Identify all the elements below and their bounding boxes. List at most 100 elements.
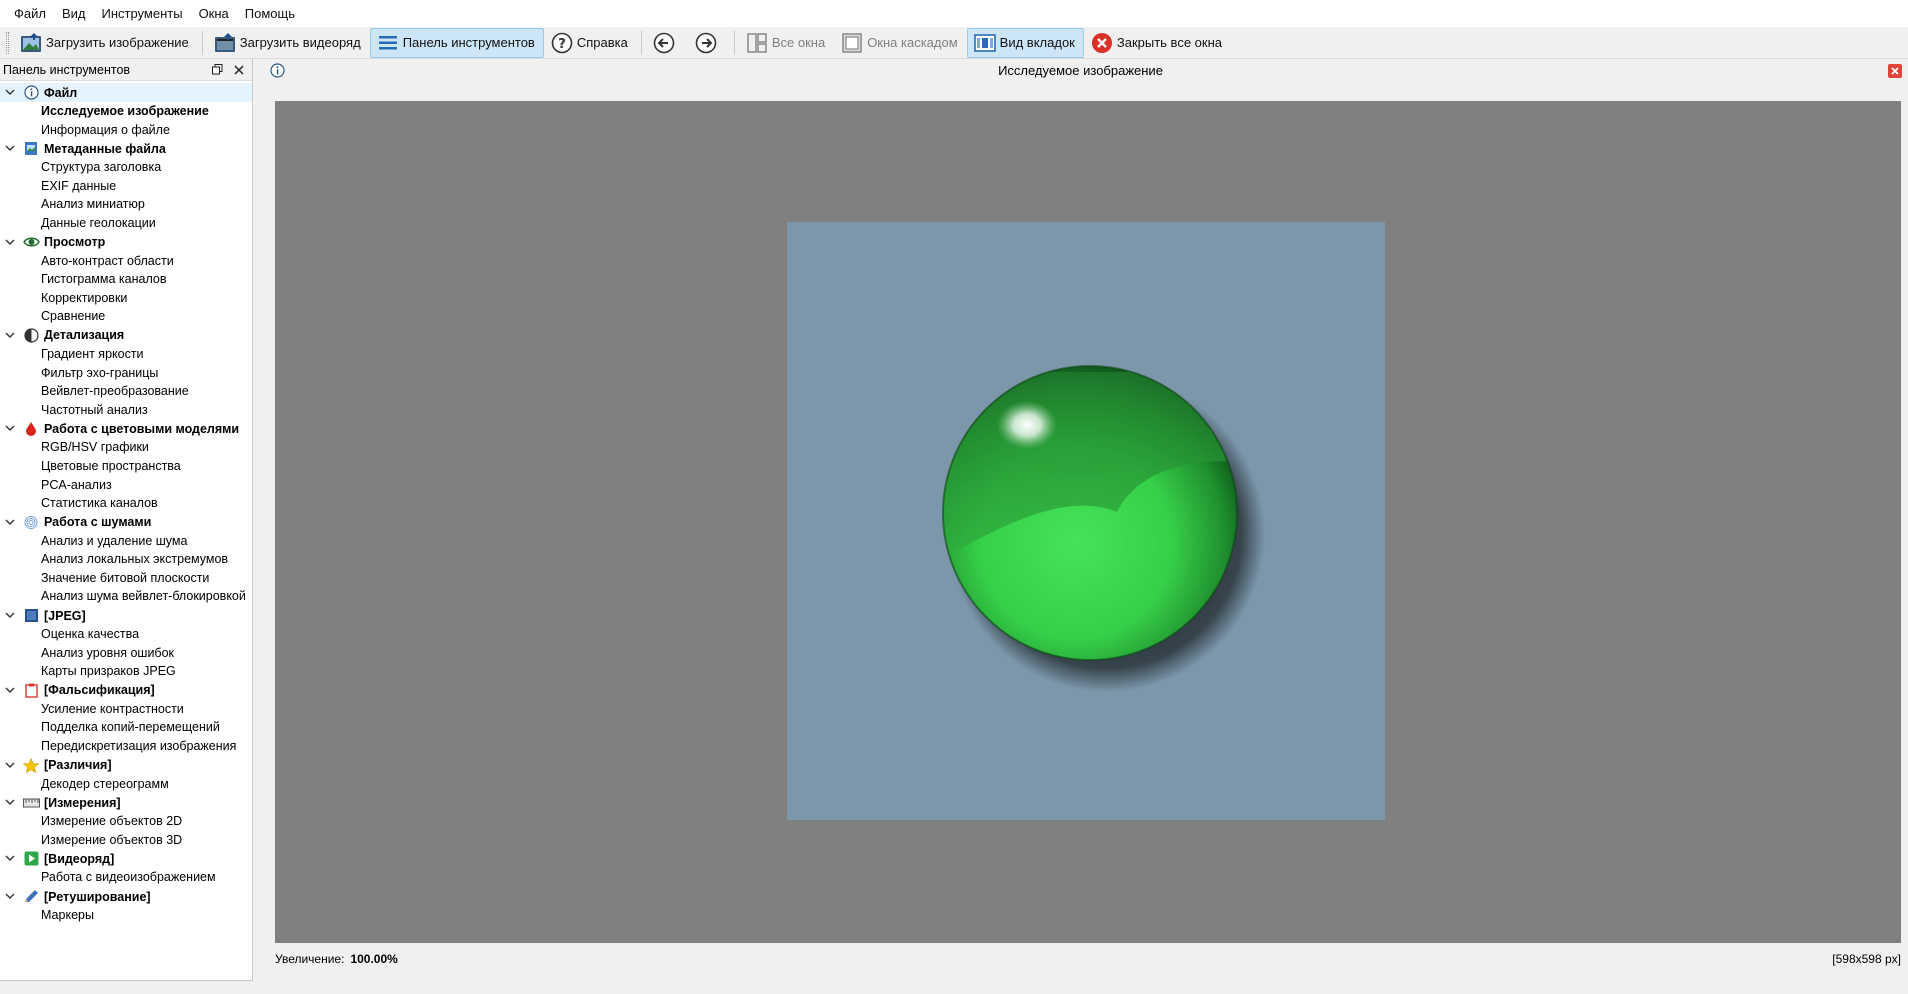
tree-item[interactable]: Исследуемое изображение [0, 102, 252, 121]
tree-item[interactable]: Гистограмма каналов [0, 270, 252, 289]
tree-group[interactable]: [Видеоряд] [0, 849, 252, 868]
tree-item[interactable]: Градиент яркости [0, 345, 252, 364]
tree-item[interactable]: Оценка качества [0, 625, 252, 644]
tree-item[interactable]: Измерение объектов 3D [0, 831, 252, 850]
tree-item[interactable]: Структура заголовка [0, 158, 252, 177]
tree-item[interactable]: Сравнение [0, 307, 252, 326]
menu-windows[interactable]: Окна [191, 0, 237, 27]
chevron-down-icon[interactable] [3, 890, 17, 904]
toolbar-grip[interactable] [6, 31, 9, 54]
tools-panel-button[interactable]: Панель инструментов [369, 27, 544, 58]
tree-item[interactable]: Усиление контрастности [0, 700, 252, 719]
tree-item[interactable]: Анализ локальных экстремумов [0, 550, 252, 569]
all-windows-button[interactable]: Все окна [739, 28, 834, 58]
chevron-down-icon[interactable] [3, 86, 17, 100]
tree-item[interactable]: PCA-анализ [0, 476, 252, 495]
tree-item[interactable]: Информация о файле [0, 121, 252, 140]
tree-group[interactable]: Работа с цветовыми моделями [0, 419, 252, 438]
image-window: Исследуемое изображение Увеличение: 100.… [253, 59, 1908, 994]
tree-item[interactable]: Вейвлет-преобразование [0, 382, 252, 401]
tree-group[interactable]: [JPEG] [0, 606, 252, 625]
tree-group-label: Работа с цветовыми моделями [44, 421, 240, 436]
cascade-button[interactable]: Окна каскадом [834, 28, 966, 58]
tree-group[interactable]: Просмотр [0, 233, 252, 252]
tree-item[interactable]: Подделка копий-перемещений [0, 718, 252, 737]
tree-group[interactable]: [Фальсификация] [0, 681, 252, 700]
tree-item[interactable]: Передискретизация изображения [0, 737, 252, 756]
tree-item[interactable]: Данные геолокации [0, 214, 252, 233]
drop-icon [22, 421, 40, 437]
tree-group-label: Просмотр [44, 235, 106, 250]
tree-group[interactable]: [Ретуширование] [0, 887, 252, 906]
help-button[interactable]: ? Справка [544, 28, 637, 58]
tree-item[interactable]: Статистика каналов [0, 494, 252, 513]
menu-tools[interactable]: Инструменты [94, 0, 191, 27]
analyzed-image[interactable] [787, 222, 1385, 820]
tree-item[interactable]: Работа с видеоизображением [0, 868, 252, 887]
toolbar-separator [201, 30, 203, 55]
tree-item[interactable]: Карты призраков JPEG [0, 662, 252, 681]
tree-group-label: Метаданные файла [44, 141, 166, 156]
tree-item[interactable]: Цветовые пространства [0, 457, 252, 476]
tree-item[interactable]: Анализ миниатюр [0, 195, 252, 214]
tab-view-icon [973, 32, 996, 54]
tree-item[interactable]: RGB/HSV графики [0, 438, 252, 457]
tree-group[interactable]: Метаданные файла [0, 139, 252, 158]
tree-group[interactable]: Детализация [0, 326, 252, 345]
dock-close-icon[interactable] [230, 61, 248, 79]
toolbar-separator [733, 30, 735, 55]
close-all-label: Закрыть все окна [1116, 35, 1222, 50]
tree-group-label: [Фальсификация] [44, 683, 155, 698]
load-video-button[interactable]: Загрузить видеоряд [207, 28, 370, 58]
chevron-down-icon[interactable] [3, 758, 17, 772]
tree-item[interactable]: Значение битовой плоскости [0, 569, 252, 588]
tree-item[interactable]: Фильтр эхо-границы [0, 364, 252, 383]
tree-group-label: Работа с шумами [44, 515, 152, 530]
menu-view[interactable]: Вид [54, 0, 94, 27]
chevron-down-icon[interactable] [3, 142, 17, 156]
back-button[interactable] [646, 28, 688, 58]
all-windows-label: Все окна [771, 35, 826, 50]
tree-item[interactable]: Корректировки [0, 289, 252, 308]
help-label: Справка [576, 35, 628, 50]
tab-view-label: Вид вкладок [999, 35, 1075, 50]
forward-button[interactable] [688, 28, 730, 58]
chevron-down-icon[interactable] [3, 422, 17, 436]
tree-item[interactable]: Анализ уровня ошибок [0, 644, 252, 663]
tree-item[interactable]: Авто-контраст области [0, 252, 252, 271]
load-image-icon [20, 32, 42, 54]
chevron-down-icon[interactable] [3, 235, 17, 249]
toolbar-separator [640, 30, 642, 55]
menu-help[interactable]: Помощь [237, 0, 303, 27]
tree-item[interactable]: Измерение объектов 2D [0, 812, 252, 831]
chevron-down-icon[interactable] [3, 609, 17, 623]
chevron-down-icon[interactable] [3, 796, 17, 810]
float-icon[interactable] [208, 61, 226, 79]
close-all-button[interactable]: Закрыть все окна [1084, 28, 1231, 58]
tree-group[interactable]: [Различия] [0, 756, 252, 775]
tree-item[interactable]: Анализ шума вейвлет-блокировкой [0, 587, 252, 606]
tree-item[interactable]: Декодер стереограмм [0, 775, 252, 794]
info-icon[interactable] [270, 63, 285, 81]
chevron-down-icon[interactable] [3, 852, 17, 866]
tree-item[interactable]: Частотный анализ [0, 401, 252, 420]
tree-item[interactable]: Маркеры [0, 906, 252, 925]
chevron-down-icon[interactable] [3, 328, 17, 342]
menu-file[interactable]: Файл [6, 0, 54, 27]
tree-item[interactable]: EXIF данные [0, 177, 252, 196]
load-image-button[interactable]: Загрузить изображение [13, 28, 198, 58]
tools-panel-label: Панель инструментов [402, 35, 535, 50]
tab-view-button[interactable]: Вид вкладок [966, 27, 1084, 58]
chevron-down-icon[interactable] [3, 683, 17, 697]
image-window-title-bar: Исследуемое изображение [253, 59, 1908, 82]
tree-group[interactable]: Файл [0, 83, 252, 102]
tree-group[interactable]: Работа с шумами [0, 513, 252, 532]
tree-group[interactable]: [Измерения] [0, 793, 252, 812]
zoom-label: Увеличение: [275, 952, 345, 966]
window-close-icon[interactable] [1888, 64, 1902, 81]
load-image-label: Загрузить изображение [46, 35, 189, 50]
image-viewport[interactable] [275, 101, 1901, 943]
chevron-down-icon[interactable] [3, 515, 17, 529]
tree-item[interactable]: Анализ и удаление шума [0, 532, 252, 551]
load-video-icon [214, 32, 236, 54]
